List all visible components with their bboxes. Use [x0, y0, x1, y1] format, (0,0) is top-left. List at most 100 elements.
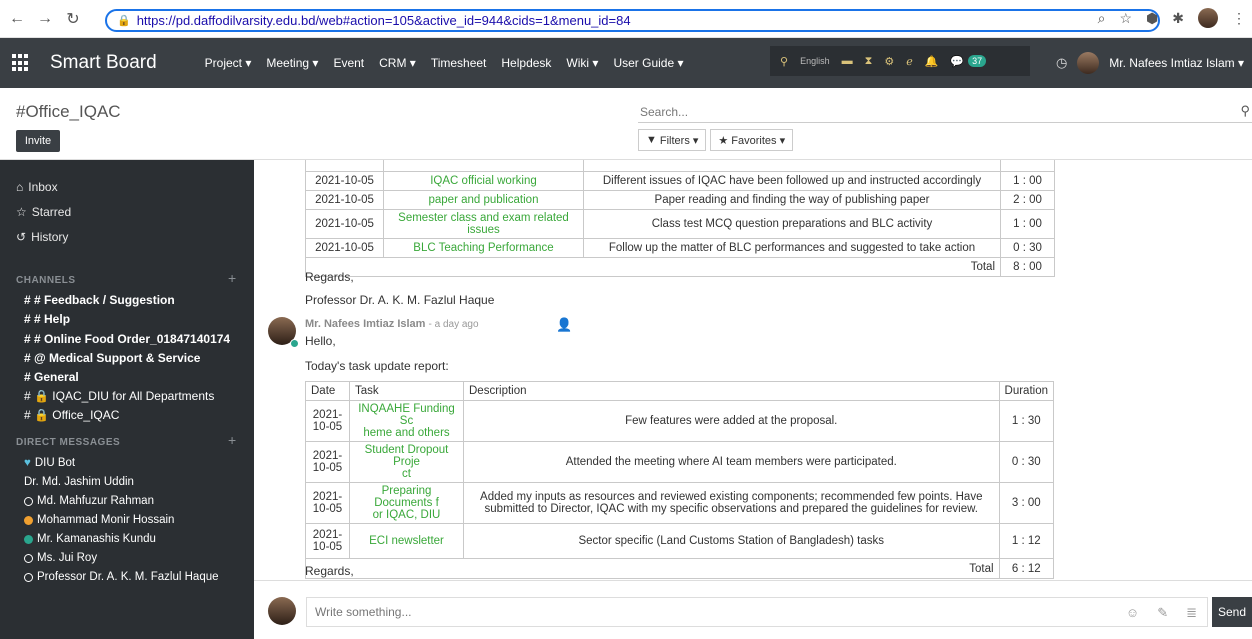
search-tray-icon[interactable]: ⚲: [780, 55, 788, 68]
row-duration: 0 : 30: [998, 441, 1055, 483]
dm-label: Mr. Kamanashis Kundu: [37, 533, 156, 545]
hourglass-icon[interactable]: ⧗: [865, 55, 873, 68]
address-bar[interactable]: 🔒 https://pd.daffodilvarsity.edu.bd/web#…: [105, 9, 1160, 32]
menu-helpdesk[interactable]: Helpdesk: [501, 56, 551, 70]
apps-grid-icon[interactable]: [12, 54, 30, 72]
dm-label: Ms. Jui Roy: [37, 552, 98, 564]
message-input[interactable]: [307, 605, 1107, 619]
menu-timesheet[interactable]: Timesheet: [431, 56, 487, 70]
table-row: 2021-10-05 BLC Teaching Performance Foll…: [305, 238, 1055, 258]
attachment-icon[interactable]: ✎: [1157, 605, 1168, 621]
table-row: Total 8 : 00: [305, 257, 1055, 277]
row-task-link[interactable]: Preparing Documents f or IQAC, DIU: [349, 482, 464, 524]
menu-wiki[interactable]: Wiki ▾: [566, 56, 598, 70]
brand-title[interactable]: Smart Board: [50, 52, 157, 74]
row-task-link[interactable]: Student Dropout Proje ct: [349, 441, 464, 483]
filter-row: ▼ Filters ▾ ★ Favorites ▾: [638, 129, 794, 151]
bookmark-star-icon[interactable]: ☆: [1119, 10, 1132, 27]
row-date: 2021- 10-05: [305, 400, 350, 442]
more-icon[interactable]: ⋮: [1232, 10, 1246, 27]
total-label: Total: [305, 257, 1001, 277]
menu-crm[interactable]: CRM ▾: [379, 56, 416, 70]
dm-fazlul-haque[interactable]: Professor Dr. A. K. M. Fazlul Haque: [24, 571, 219, 583]
keyboard-icon[interactable]: ▬: [842, 55, 853, 67]
add-dm-icon[interactable]: +: [228, 432, 236, 448]
channel-general[interactable]: # General: [24, 370, 79, 384]
browser-actions: ⌕ ☆ ⬢ ✱ ⋮: [1098, 8, 1246, 28]
composer-tools: ☺ ✎ ≣: [1126, 605, 1197, 621]
sidebar-item-inbox[interactable]: ⌂ Inbox: [16, 180, 58, 194]
dm-jui-roy[interactable]: Ms. Jui Roy: [24, 552, 97, 564]
task-table-1: 2021-10-05 IQAC official working Differe…: [305, 160, 1055, 277]
total-duration: 6 : 12: [998, 558, 1055, 579]
user-name[interactable]: Mr. Nafees Imtiaz Islam ▾: [1109, 56, 1244, 70]
dm-label: Mohammad Monir Hossain: [37, 514, 175, 526]
sidebar-item-starred[interactable]: ☆ Starred: [16, 205, 71, 219]
invite-button[interactable]: Invite: [16, 130, 60, 152]
emoji-icon[interactable]: ☺: [1126, 605, 1139, 621]
channel-office-iqac[interactable]: # 🔒 Office_IQAC: [24, 408, 119, 422]
clock-icon[interactable]: ◷: [1056, 55, 1067, 71]
favorites-button[interactable]: ★ Favorites ▾: [710, 129, 794, 151]
sidebar-item-history[interactable]: ↺ History: [16, 230, 68, 244]
row-duration: 1 : 12: [998, 523, 1055, 559]
back-icon[interactable]: ←: [6, 8, 28, 30]
row-task-link[interactable]: IQAC official working: [383, 171, 584, 191]
send-button[interactable]: Send: [1212, 597, 1252, 627]
row-task-link[interactable]: ECI newsletter: [349, 523, 464, 559]
col-header-task: Task: [349, 381, 464, 401]
star-outline-icon: ☆: [16, 205, 27, 219]
reload-icon[interactable]: ↻: [62, 8, 84, 30]
away-status-icon: [24, 515, 33, 525]
heart-icon: ♥: [24, 457, 31, 469]
table-row: [305, 160, 1055, 172]
search-icon[interactable]: ⚲: [1240, 103, 1250, 119]
control-panel: #Office_IQAC Invite ⚲ ▼ Filters ▾ ★ Favo…: [0, 88, 1252, 160]
channel-food-order[interactable]: # # Online Food Order_01847140174: [24, 332, 230, 346]
menu-meeting[interactable]: Meeting ▾: [266, 56, 318, 70]
user-icon[interactable]: 👤: [556, 317, 572, 333]
add-channel-icon[interactable]: +: [228, 270, 236, 286]
dm-header: DIRECT MESSAGES: [16, 437, 121, 448]
profile-avatar[interactable]: [1198, 8, 1218, 28]
search-input[interactable]: [638, 104, 1228, 119]
edge-icon[interactable]: ℯ: [906, 55, 913, 68]
channel-feedback[interactable]: # # Feedback / Suggestion: [24, 293, 175, 307]
user-avatar[interactable]: [1077, 52, 1100, 74]
chat-icon[interactable]: 💬: [950, 55, 964, 68]
row-task-link[interactable]: paper and publication: [383, 190, 584, 210]
dm-mahfuzur-rahman[interactable]: Md. Mahfuzur Rahman: [24, 495, 154, 507]
filters-label: Filters ▾: [659, 134, 699, 147]
filters-button[interactable]: ▼ Filters ▾: [638, 129, 707, 151]
row-description: Class test MCQ question preparations and…: [583, 209, 1001, 239]
online-status-icon: [290, 339, 299, 348]
row-description: Added my inputs as resources and reviewe…: [463, 482, 1000, 524]
row-task-link[interactable]: INQAAHE Funding Sc heme and others: [349, 400, 464, 442]
author-name[interactable]: Mr. Nafees Imtiaz Islam: [305, 318, 425, 330]
channel-iqac-diu[interactable]: # 🔒 IQAC_DIU for All Departments: [24, 389, 214, 403]
dm-monir-hossain[interactable]: Mohammad Monir Hossain: [24, 514, 174, 526]
lock-icon: 🔒: [117, 15, 131, 27]
regards-text-2: Regards,: [305, 564, 354, 578]
settings-icon[interactable]: ⚙: [884, 55, 894, 68]
menu-user-guide[interactable]: User Guide ▾: [613, 56, 683, 70]
row-task-link[interactable]: BLC Teaching Performance: [383, 238, 584, 258]
expand-icon[interactable]: ≣: [1186, 605, 1197, 621]
dm-jashim-uddin[interactable]: Dr. Md. Jashim Uddin: [24, 476, 134, 488]
channel-help[interactable]: # # Help: [24, 312, 70, 326]
dm-kamanashis-kundu[interactable]: Mr. Kamanashis Kundu: [24, 533, 156, 545]
row-task-link[interactable]: Semester class and exam related issues: [383, 209, 584, 239]
notification-icon[interactable]: 🔔: [925, 55, 939, 68]
extension-icon[interactable]: ⬢: [1146, 10, 1158, 27]
forward-icon[interactable]: →: [34, 8, 56, 30]
dm-diu-bot[interactable]: ♥ DIU Bot: [24, 457, 75, 469]
dm-label: DIU Bot: [34, 457, 76, 469]
main-menu: Project ▾ Meeting ▾ Event CRM ▾ Timeshee…: [205, 56, 684, 70]
menu-event[interactable]: Event: [333, 56, 364, 70]
menu-project[interactable]: Project ▾: [205, 56, 252, 70]
channel-medical[interactable]: # @ Medical Support & Service: [24, 351, 200, 365]
language-selector[interactable]: English: [800, 56, 830, 66]
puzzle-icon[interactable]: ✱: [1172, 10, 1184, 27]
row-date: 2021-10-05: [305, 209, 384, 239]
zoom-icon[interactable]: ⌕: [1098, 10, 1106, 27]
